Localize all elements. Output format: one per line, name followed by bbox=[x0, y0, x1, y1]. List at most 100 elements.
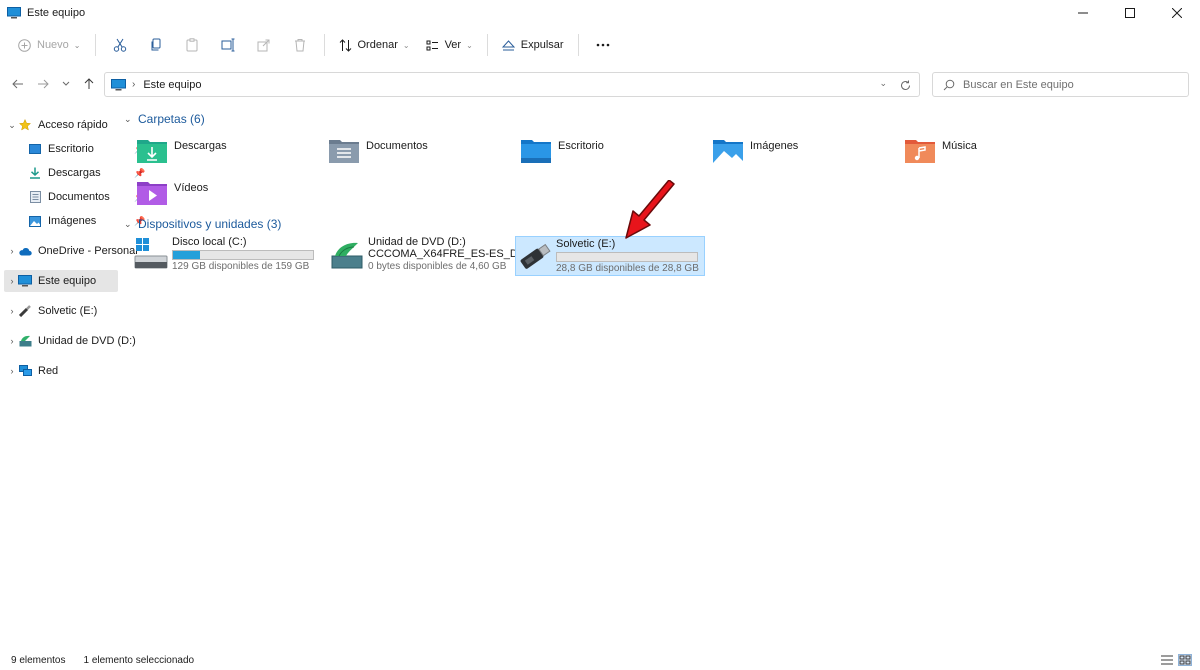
collapsed-chevron-icon[interactable]: › bbox=[6, 276, 18, 286]
cut-button[interactable] bbox=[102, 30, 138, 60]
search-box[interactable] bbox=[932, 72, 1189, 97]
maximize-button[interactable] bbox=[1106, 0, 1153, 25]
chevron-down-icon: ⌄ bbox=[466, 40, 473, 50]
network-icon bbox=[18, 365, 32, 377]
pc-icon bbox=[18, 275, 32, 287]
paste-icon bbox=[186, 38, 197, 52]
details-view-button[interactable] bbox=[1160, 654, 1174, 666]
expanded-chevron-icon[interactable]: ⌄ bbox=[6, 120, 18, 131]
sidebar-item-desktop[interactable]: Escritorio 📌 bbox=[28, 138, 145, 160]
pc-icon bbox=[7, 6, 21, 18]
folder-name: Imágenes bbox=[750, 140, 799, 152]
sidebar-item-network[interactable]: › Red bbox=[6, 360, 58, 382]
share-button[interactable] bbox=[246, 30, 282, 60]
trash-icon bbox=[294, 39, 305, 52]
windows-drive-icon bbox=[134, 237, 168, 271]
rename-icon bbox=[221, 38, 234, 52]
folder-videos[interactable]: Vídeos bbox=[136, 178, 208, 210]
recent-locations-button[interactable] bbox=[56, 74, 76, 94]
usb-icon bbox=[18, 305, 32, 317]
folder-name: Escritorio bbox=[558, 140, 604, 152]
breadcrumb-current[interactable]: Este equipo bbox=[143, 79, 201, 91]
tiles-view-icon bbox=[1179, 655, 1191, 665]
close-button[interactable] bbox=[1153, 0, 1200, 25]
drive-free-space: 0 bytes disponibles de 4,60 GB bbox=[368, 261, 507, 272]
folder-name: Documentos bbox=[366, 140, 428, 152]
chevron-down-icon: ⌄ bbox=[402, 40, 410, 50]
drive-dvd-d[interactable]: Unidad de DVD (D:) CCCOMA_X64FRE_ES-ES_D… bbox=[330, 236, 531, 276]
sidebar-item-label: Descargas bbox=[48, 167, 101, 179]
sidebar-item-this-pc[interactable]: › Este equipo bbox=[4, 270, 118, 292]
folder-desktop[interactable]: Escritorio bbox=[520, 136, 604, 168]
folder-name: Descargas bbox=[174, 140, 227, 152]
arrow-left-icon bbox=[12, 79, 23, 89]
devices-group-header[interactable]: ⌄ Dispositivos y unidades (3) bbox=[124, 217, 281, 231]
new-button[interactable]: Nuevo ⌄ bbox=[10, 30, 89, 60]
refresh-button[interactable] bbox=[897, 77, 913, 93]
address-row: › Este equipo ⌄ bbox=[0, 66, 1200, 102]
sidebar-item-label: Solvetic (E:) bbox=[38, 305, 98, 317]
minimize-icon bbox=[1077, 12, 1088, 13]
eject-icon bbox=[501, 39, 515, 50]
drive-local-c[interactable]: Disco local (C:) 129 GB disponibles de 1… bbox=[134, 236, 314, 276]
minimize-button[interactable] bbox=[1059, 0, 1106, 25]
maximize-icon bbox=[1124, 7, 1135, 18]
copy-icon bbox=[151, 38, 160, 51]
sidebar-item-label: OneDrive - Personal bbox=[38, 245, 138, 257]
more-options-button[interactable] bbox=[585, 30, 621, 60]
document-icon bbox=[28, 191, 42, 203]
folder-documents[interactable]: Documentos bbox=[328, 136, 428, 168]
back-button[interactable] bbox=[8, 74, 28, 94]
collapse-group-icon[interactable]: ⌄ bbox=[124, 219, 132, 230]
paste-button[interactable] bbox=[174, 30, 210, 60]
drive-solvetic-e[interactable]: Solvetic (E:) 28,8 GB disponibles de 28,… bbox=[515, 236, 705, 276]
collapsed-chevron-icon[interactable]: › bbox=[6, 366, 18, 376]
videos-folder-icon bbox=[137, 182, 167, 205]
folder-music[interactable]: Música bbox=[904, 136, 977, 168]
folder-downloads[interactable]: Descargas bbox=[136, 136, 227, 168]
sidebar-item-downloads[interactable]: Descargas 📌 bbox=[28, 162, 145, 184]
collapsed-chevron-icon[interactable]: › bbox=[6, 336, 18, 346]
window-title: Este equipo bbox=[27, 6, 86, 19]
sort-button[interactable]: Ordenar ⌄ bbox=[331, 30, 418, 60]
eject-button[interactable]: Expulsar bbox=[494, 30, 572, 60]
drive-usage-bar bbox=[556, 252, 698, 262]
collapsed-chevron-icon[interactable]: › bbox=[6, 246, 18, 256]
share-icon bbox=[257, 39, 269, 52]
chevron-down-icon bbox=[62, 81, 70, 86]
desktop-folder-icon bbox=[521, 140, 551, 163]
group-header-label: Dispositivos y unidades (3) bbox=[138, 217, 282, 231]
tiles-view-button[interactable] bbox=[1178, 654, 1192, 666]
view-button[interactable]: Ver ⌄ bbox=[418, 30, 481, 60]
status-bar: 9 elementos 1 elemento seleccionado bbox=[0, 650, 1200, 670]
folder-pictures[interactable]: Imágenes bbox=[712, 136, 798, 168]
collapsed-chevron-icon[interactable]: › bbox=[6, 306, 18, 316]
rename-button[interactable] bbox=[210, 30, 246, 60]
folders-group-header[interactable]: ⌄ Carpetas (6) bbox=[124, 112, 205, 126]
breadcrumb-separator-icon: › bbox=[132, 79, 136, 90]
delete-button[interactable] bbox=[282, 30, 318, 60]
dvd-icon bbox=[18, 335, 32, 347]
forward-button[interactable] bbox=[33, 74, 53, 94]
address-bar[interactable]: › Este equipo ⌄ bbox=[104, 72, 920, 97]
up-button[interactable] bbox=[79, 74, 99, 94]
sidebar-item-documents[interactable]: Documentos 📌 bbox=[28, 186, 145, 208]
sidebar-item-solvetic[interactable]: › Solvetic (E:) bbox=[6, 300, 97, 322]
collapse-group-icon[interactable]: ⌄ bbox=[124, 114, 132, 125]
chevron-down-icon: ⌄ bbox=[73, 40, 81, 50]
sidebar-item-quick-access[interactable]: ⌄ Acceso rápido bbox=[6, 114, 108, 136]
copy-button[interactable] bbox=[138, 30, 174, 60]
address-history-icon[interactable]: ⌄ bbox=[879, 78, 887, 89]
sidebar-item-pictures[interactable]: Imágenes 📌 bbox=[28, 210, 145, 232]
sidebar-item-label: Red bbox=[38, 365, 59, 377]
new-button-label: Nuevo bbox=[37, 39, 69, 51]
selection-count: 1 elemento seleccionado bbox=[83, 654, 195, 666]
plus-circle-icon bbox=[18, 38, 31, 52]
sidebar-item-label: Unidad de DVD (D:) bbox=[38, 335, 136, 347]
sidebar-item-onedrive[interactable]: › OneDrive - Personal bbox=[6, 240, 138, 262]
sidebar-item-dvd[interactable]: › Unidad de DVD (D:) bbox=[6, 330, 136, 352]
view-button-label: Ver bbox=[444, 39, 462, 51]
group-header-label: Carpetas (6) bbox=[138, 112, 205, 126]
search-input[interactable] bbox=[963, 78, 1183, 91]
scissors-icon bbox=[113, 38, 126, 52]
